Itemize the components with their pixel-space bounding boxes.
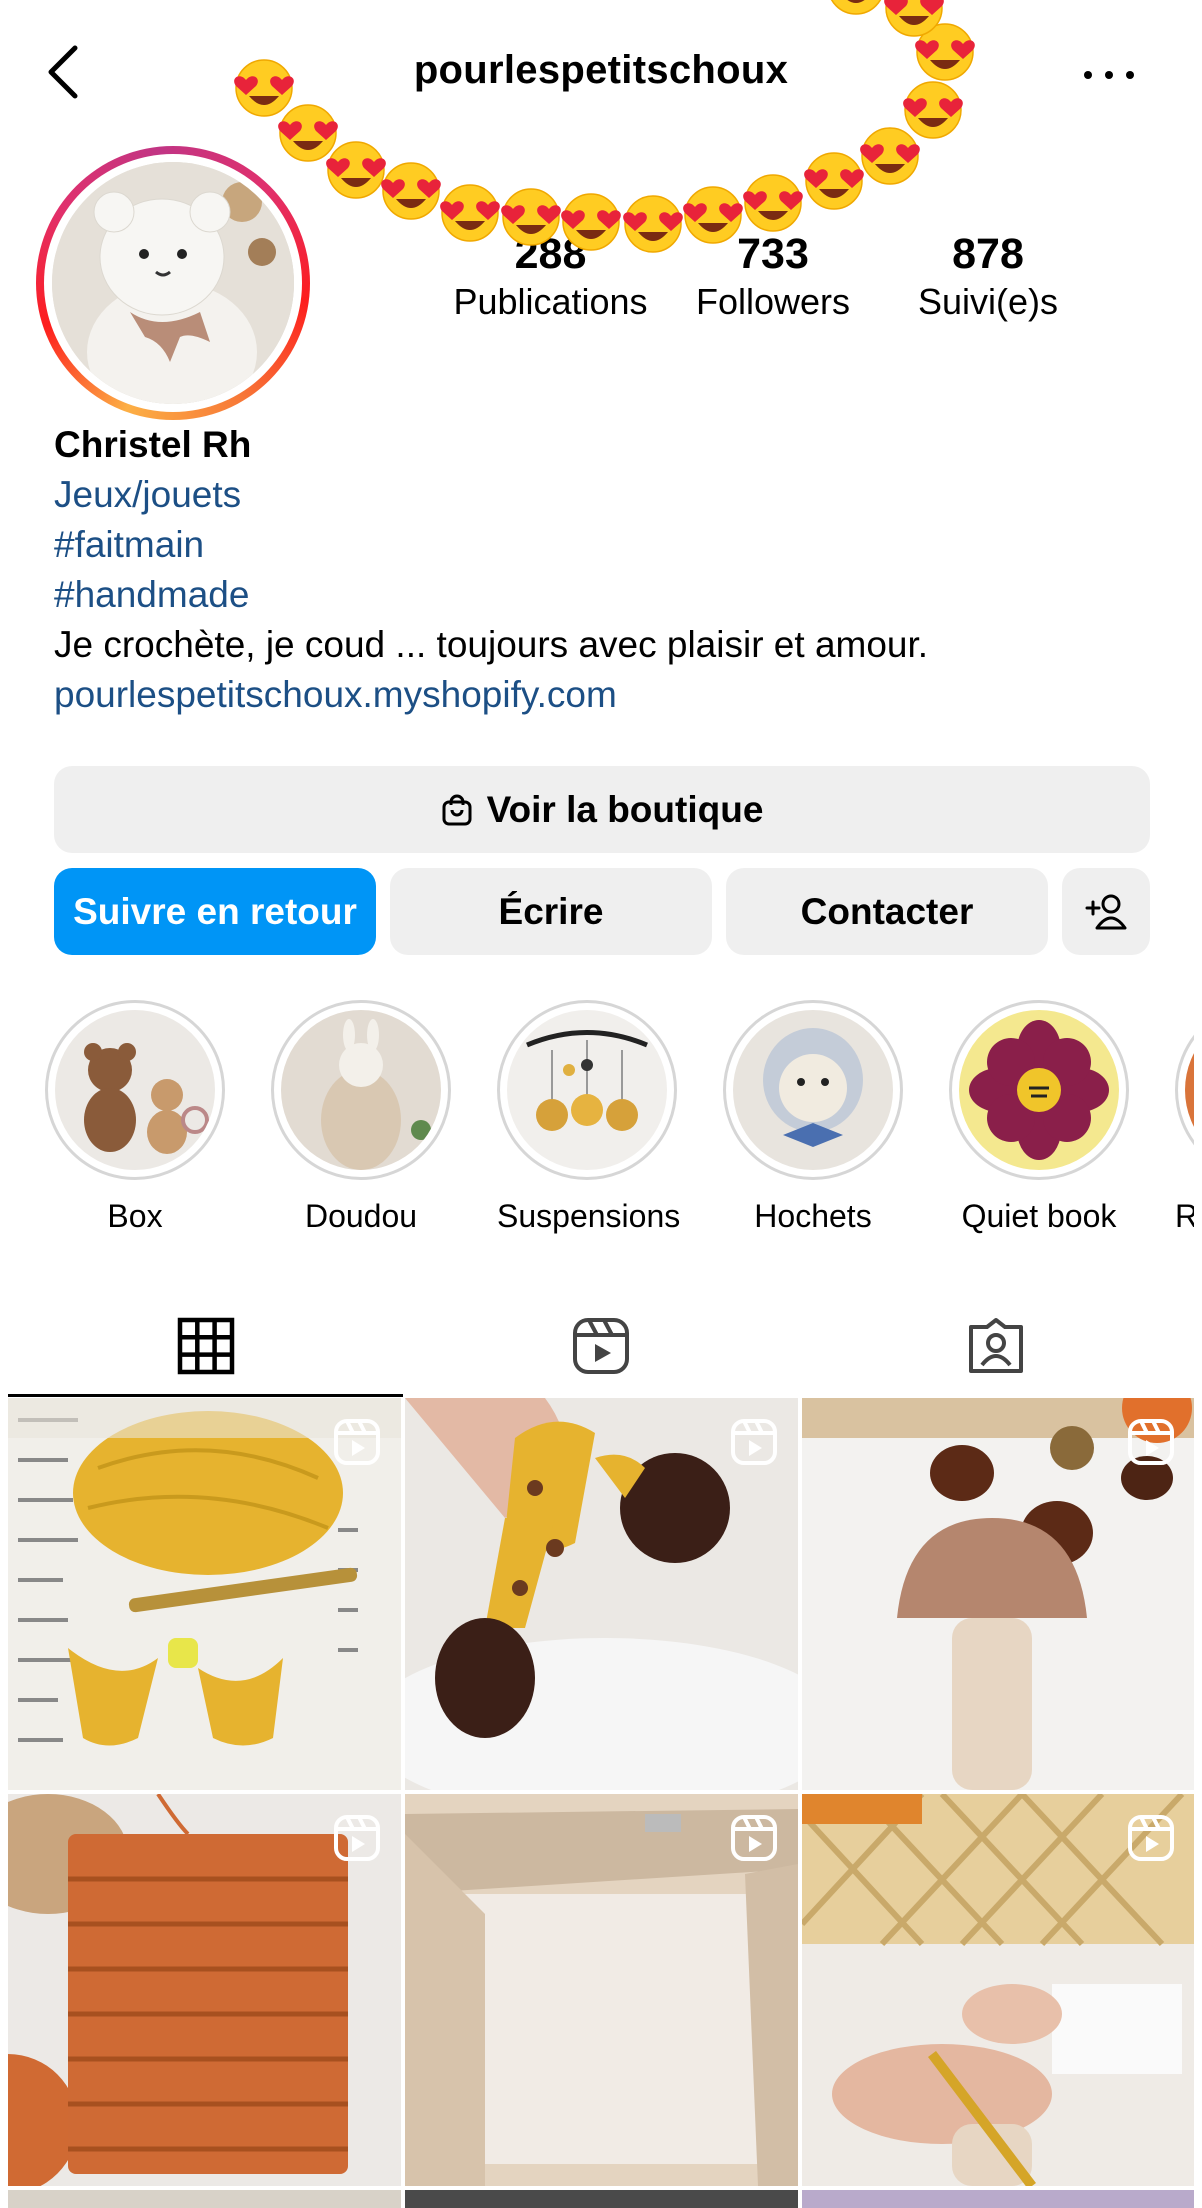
highlight-partial[interactable]: R <box>1175 1000 1194 1236</box>
highlight-thumbnail <box>281 1010 441 1170</box>
highlight-box[interactable]: Box <box>45 1000 225 1236</box>
highlight-doudou[interactable]: Doudou <box>271 1000 451 1236</box>
highlight-thumbnail <box>733 1010 893 1170</box>
post-thumbnail[interactable] <box>802 1398 1194 1790</box>
stat-label: Publications <box>453 281 648 322</box>
avatar <box>52 162 294 404</box>
story-highlights: Box Doudou Suspensions Hochets Quiet boo… <box>8 1000 1194 1240</box>
profile-stats: 288 Publications 733 Followers 878 Suivi… <box>428 228 1108 338</box>
contact-button[interactable]: Contacter <box>726 868 1048 955</box>
highlight-label: Quiet book <box>961 1198 1117 1234</box>
profile-category[interactable]: Jeux/jouets <box>54 470 1154 520</box>
grid-icon <box>177 1317 234 1375</box>
bio-hashtag[interactable]: #handmade <box>54 570 1154 620</box>
reels-icon <box>572 1318 629 1374</box>
profile-bio: Christel Rh Jeux/jouets #faitmain #handm… <box>54 420 1154 720</box>
profile-display-name: Christel Rh <box>54 424 252 465</box>
stat-value: 733 <box>737 230 809 278</box>
more-options-button[interactable] <box>1084 60 1134 90</box>
stat-value: 288 <box>514 230 587 278</box>
highlight-label: Hochets <box>754 1198 872 1234</box>
header: pourlespetitschoux <box>8 0 1194 150</box>
view-shop-button[interactable]: Voir la boutique <box>54 766 1150 853</box>
tab-tagged[interactable] <box>798 1295 1193 1397</box>
stat-value: 878 <box>952 230 1024 278</box>
stat-following[interactable]: 878 Suivi(e)s <box>898 228 1078 324</box>
tab-posts-grid[interactable] <box>8 1295 403 1397</box>
shopping-bag-icon <box>442 794 472 825</box>
reel-badge-icon <box>1128 1815 1174 1861</box>
profile-username: pourlespetitschoux <box>413 48 789 92</box>
profile-actions: Suivre en retour Écrire Contacter <box>54 868 1150 955</box>
post-thumbnail[interactable] <box>802 2190 1194 2208</box>
highlight-thumbnail <box>55 1010 215 1170</box>
post-thumbnail[interactable] <box>405 2190 798 2208</box>
bio-text: Je crochète, je coud ... toujours avec p… <box>54 624 929 665</box>
stat-label: Suivi(e)s <box>917 281 1059 322</box>
post-thumbnail[interactable] <box>405 1794 798 2186</box>
avatar-story-ring[interactable] <box>36 146 310 420</box>
post-thumbnail[interactable] <box>8 1794 401 2186</box>
highlight-label: Doudou <box>304 1198 418 1234</box>
highlight-hochets[interactable]: Hochets <box>723 1000 903 1236</box>
highlight-thumbnail <box>1185 1010 1194 1170</box>
post-thumbnail[interactable] <box>8 2190 401 2208</box>
posts-grid <box>8 1398 1194 2208</box>
highlight-label: Box <box>107 1198 163 1234</box>
stat-followers[interactable]: 733 Followers <box>678 228 868 324</box>
reel-badge-icon <box>731 1419 777 1465</box>
post-thumbnail[interactable] <box>8 1398 401 1790</box>
view-shop-label: Voir la boutique <box>486 788 764 830</box>
profile-tabs <box>8 1295 1194 1397</box>
highlight-label: R <box>1175 1198 1194 1234</box>
stat-posts[interactable]: 288 Publications <box>428 228 673 324</box>
more-horizontal-icon <box>1084 71 1092 79</box>
reel-badge-icon <box>334 1419 380 1465</box>
reel-badge-icon <box>334 1815 380 1861</box>
highlight-thumbnail <box>959 1010 1119 1170</box>
tagged-icon <box>968 1318 1023 1373</box>
highlight-thumbnail <box>507 1010 667 1170</box>
add-person-icon <box>1085 894 1127 929</box>
post-thumbnail[interactable] <box>405 1398 798 1790</box>
stat-label: Followers <box>695 281 851 322</box>
tab-reels[interactable] <box>403 1295 798 1397</box>
bio-hashtag[interactable]: #faitmain <box>54 520 1154 570</box>
reel-badge-icon <box>731 1815 777 1861</box>
message-button[interactable]: Écrire <box>390 868 712 955</box>
highlight-suspensions[interactable]: Suspensions <box>497 1000 681 1236</box>
profile-screen: pourlespetitschoux 288 Publications 733 … <box>8 0 1194 2208</box>
reel-badge-icon <box>1128 1419 1174 1465</box>
profile-website-link[interactable]: pourlespetitschoux.myshopify.com <box>54 670 1154 720</box>
post-thumbnail[interactable] <box>802 1794 1194 2186</box>
highlight-label: Suspensions <box>497 1198 681 1234</box>
highlight-quiet-book[interactable]: Quiet book <box>949 1000 1129 1236</box>
follow-back-button[interactable]: Suivre en retour <box>54 868 376 955</box>
suggested-users-button[interactable] <box>1062 868 1150 955</box>
